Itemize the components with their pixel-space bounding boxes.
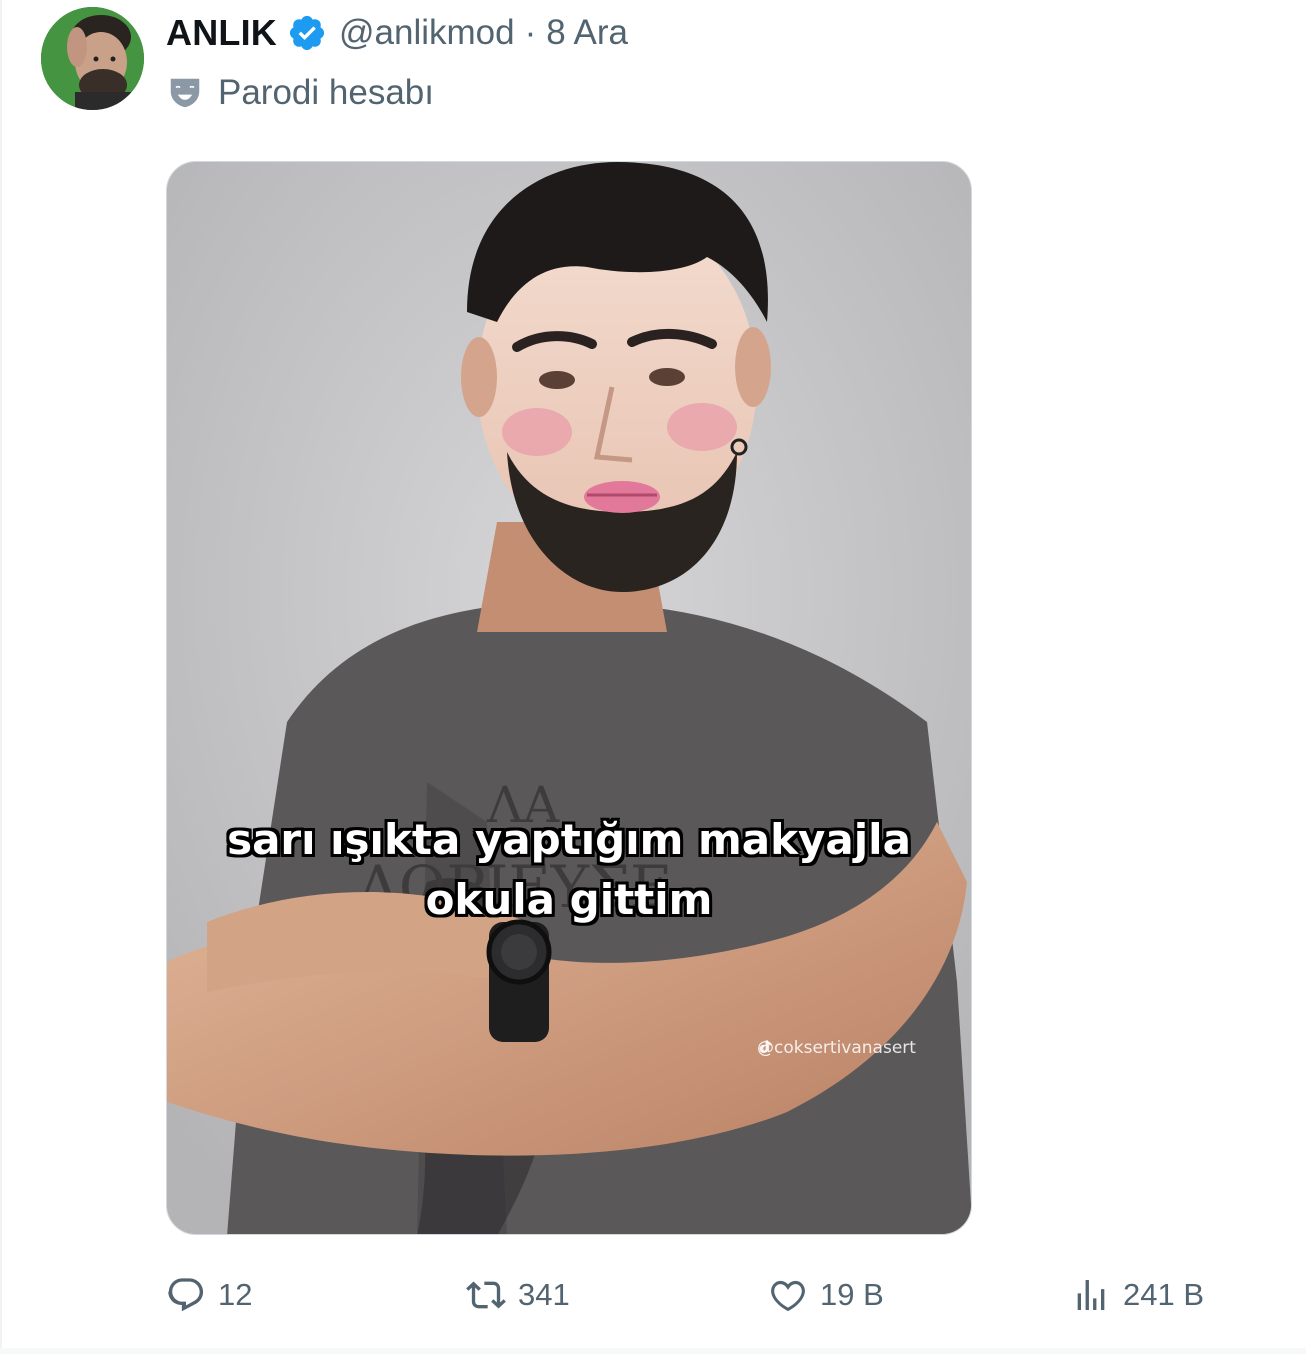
- bottom-divider: [0, 1348, 1306, 1354]
- reply-count: 12: [218, 1277, 253, 1312]
- repost-icon: [466, 1281, 506, 1309]
- meme-caption: sarı ışıkta yaptığım makyajla okula gitt…: [227, 815, 911, 924]
- watermark-text: @coksertivanasert: [757, 1038, 916, 1058]
- photo-illustration: ΛΑ ΛΟΡΙΕΥΣΕ: [167, 162, 971, 1234]
- divider: [0, 0, 2, 1354]
- repost-button[interactable]: 341: [466, 1270, 570, 1320]
- separator: ·: [524, 13, 537, 52]
- reply-button[interactable]: 12: [166, 1270, 252, 1320]
- views-button[interactable]: 241 B: [1071, 1270, 1204, 1320]
- repost-count: 341: [518, 1277, 570, 1312]
- watermark: @coksertivanasert: [757, 1038, 916, 1058]
- like-count: 19 B: [820, 1277, 884, 1312]
- avatar[interactable]: [41, 7, 144, 110]
- author-handle[interactable]: @anlikmod: [339, 13, 515, 53]
- tweet-image[interactable]: ΛΑ ΛΟΡΙΕΥΣΕ sarı ışıkta yaptığım makyajl…: [166, 161, 972, 1235]
- reply-icon: [168, 1278, 204, 1312]
- tweet[interactable]: ANLIK @anlikmod · 8 Ara Parodi hesabı ΛΑ…: [0, 0, 1306, 1354]
- tweet-date[interactable]: 8 Ara: [546, 13, 628, 53]
- parody-label: Parodi hesabı: [218, 73, 434, 112]
- heart-icon: [771, 1280, 805, 1312]
- tiktok-icon: [759, 1040, 771, 1053]
- views-count: 241 B: [1123, 1277, 1205, 1312]
- like-button[interactable]: 19 B: [768, 1270, 884, 1320]
- verified-badge-icon: [289, 15, 325, 51]
- parody-mask-icon: [170, 78, 200, 108]
- action-bar: 12 341 19 B 241 B: [166, 1270, 1226, 1320]
- tweet-header: ANLIK @anlikmod · 8 Ara: [166, 10, 628, 56]
- display-name[interactable]: ANLIK: [166, 12, 277, 54]
- parody-label-row: Parodi hesabı: [166, 70, 434, 116]
- views-chart-icon: [1077, 1280, 1105, 1310]
